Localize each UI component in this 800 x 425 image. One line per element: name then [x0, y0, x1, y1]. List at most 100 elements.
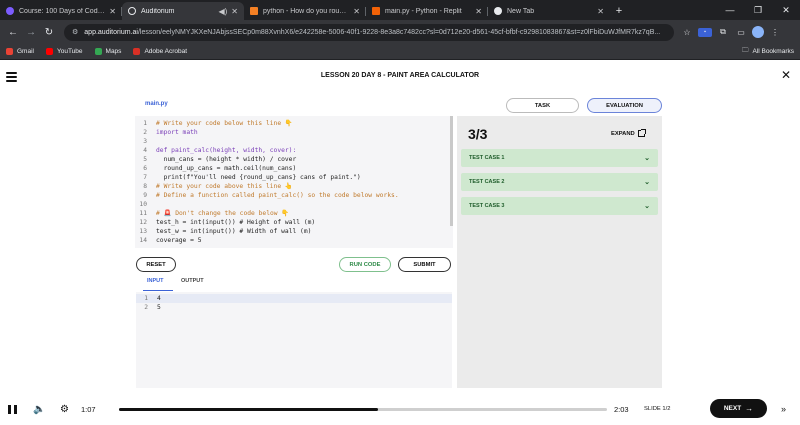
expand-button[interactable]: EXPAND — [611, 129, 646, 137]
progress-slider[interactable] — [119, 408, 607, 411]
lesson-title: LESSON 20 DAY 8 - PAINT AREA CALCULATOR — [320, 72, 480, 79]
side-panel-icon[interactable]: ▭ — [734, 28, 748, 37]
input-text: 5 — [157, 304, 161, 311]
line-number: 4 — [143, 147, 147, 154]
code-line: 6 round_up_cans = math.ceil(num_cans) — [135, 164, 435, 173]
line-number: 2 — [144, 304, 148, 311]
code-text: # Write your code below this line 👇 — [156, 120, 293, 127]
submit-button[interactable]: SUBMIT — [398, 257, 451, 272]
bookmark-maps[interactable]: Maps — [94, 48, 121, 55]
total-duration: 2:03 — [614, 405, 629, 414]
youtube-icon — [45, 48, 53, 55]
code-text: # Write your code above this line 👆 — [156, 183, 293, 190]
code-line: 4 def paint_calc(height, width, cover): — [135, 146, 435, 155]
tab-title: main.py - Python - Replit — [385, 7, 462, 15]
tab-title: Auditorium — [141, 7, 175, 15]
close-tab-icon[interactable]: ✕ — [353, 7, 360, 16]
line-number: 9 — [143, 192, 147, 199]
bookmark-label: YouTube — [56, 48, 83, 55]
line-number: 12 — [139, 219, 147, 226]
run-code-button[interactable]: RUN CODE — [339, 257, 391, 272]
browser-tab-replit[interactable]: main.py - Python - Replit ✕ — [366, 2, 488, 20]
code-line: 12 test_h = int(input()) # Height of wall… — [135, 218, 435, 227]
code-text: round_up_cans = math.ceil(num_cans) — [156, 165, 297, 172]
more-menu-icon[interactable]: ⋮ — [768, 28, 782, 37]
tab-input[interactable]: INPUT — [147, 278, 164, 284]
bookmark-adobe-acrobat[interactable]: Adobe Acrobat — [133, 48, 187, 55]
close-tab-icon[interactable]: ✕ — [231, 7, 238, 16]
close-lesson-icon[interactable]: ✕ — [781, 69, 791, 81]
pause-icon[interactable] — [8, 405, 17, 414]
external-link-icon — [637, 129, 646, 137]
extensions-puzzle-icon[interactable]: ⧉ — [716, 27, 730, 37]
arrow-right-icon: → — [745, 404, 754, 413]
lesson-header: LESSON 20 DAY 8 - PAINT AREA CALCULATOR … — [0, 60, 800, 92]
editor-scrollbar[interactable] — [450, 116, 453, 226]
test-case-1[interactable]: TEST CASE 1 ⌄ — [461, 149, 658, 167]
maximize-icon[interactable]: ❐ — [744, 0, 772, 20]
reload-icon[interactable]: ↻ — [40, 27, 58, 38]
bookmark-star-icon[interactable]: ☆ — [680, 28, 694, 37]
back-icon[interactable]: ← — [4, 27, 22, 38]
code-text: num_cans = (height * width) / cover — [156, 156, 297, 163]
close-tab-icon[interactable]: ✕ — [475, 7, 482, 16]
input-editor[interactable]: 1425 — [136, 292, 452, 388]
tab-title: New Tab — [507, 7, 535, 15]
close-tab-icon[interactable]: ✕ — [109, 7, 116, 16]
address-bar[interactable]: ⚙ app.auditorium.ai /lesson/eelyNMYJKXeN… — [64, 23, 674, 41]
extension-icon[interactable]: ▪ — [698, 27, 712, 37]
evaluation-tab-button[interactable]: EVALUATION — [587, 98, 662, 113]
url-path: /lesson/eelyNMYJKXeNJAbjssSECp0m88XvnhX6… — [137, 28, 661, 36]
all-bookmarks[interactable]: 🗀 All Bookmarks — [742, 46, 794, 57]
line-number: 13 — [139, 228, 147, 235]
code-line: 3 — [135, 137, 435, 146]
bookmark-youtube[interactable]: YouTube — [45, 48, 83, 55]
line-number: 14 — [139, 237, 147, 244]
file-tab-main-py[interactable]: main.py — [145, 101, 168, 107]
skip-forward-icon[interactable]: » — [781, 404, 786, 414]
forward-icon[interactable]: → — [22, 27, 40, 38]
site-info-icon[interactable]: ⚙ — [72, 28, 78, 36]
close-window-icon[interactable]: ✕ — [772, 0, 800, 20]
elapsed-time: 1:07 — [81, 405, 96, 414]
minimize-icon[interactable]: — — [716, 0, 744, 20]
test-case-2[interactable]: TEST CASE 2 ⌄ — [461, 173, 658, 191]
code-text: test_h = int(input()) # Height of wall (… — [156, 219, 316, 226]
browser-tab-new[interactable]: New Tab ✕ — [488, 2, 610, 20]
browser-tab-stackoverflow[interactable]: python - How do you round UP ✕ — [244, 2, 366, 20]
course-favicon-icon — [6, 7, 14, 15]
bookmarks-bar: Gmail YouTube Maps Adobe Acrobat 🗀 All B… — [0, 44, 800, 60]
player-bar: 🔈 ⚙ 1:07 2:03 SLIDE 1/2 NEXT → » — [0, 395, 800, 425]
close-tab-icon[interactable]: ✕ — [597, 7, 604, 16]
line-number: 3 — [143, 138, 147, 145]
all-bookmarks-label: All Bookmarks — [752, 48, 794, 55]
next-button[interactable]: NEXT → — [710, 399, 767, 418]
task-tab-button[interactable]: TASK — [506, 98, 579, 113]
browser-tab-auditorium[interactable]: Auditorium ◀) ✕ — [122, 2, 244, 20]
slide-indicator: SLIDE 1/2 — [644, 406, 671, 412]
volume-icon[interactable]: 🔈 — [33, 404, 45, 415]
code-editor[interactable]: 1 # Write your code below this line 👇 2 imp… — [135, 116, 453, 248]
bookmark-gmail[interactable]: Gmail — [6, 48, 34, 55]
browser-tab-course[interactable]: Course: 100 Days of Code: The ✕ — [0, 2, 122, 20]
profile-avatar[interactable] — [752, 26, 764, 38]
reset-button[interactable]: RESET — [136, 257, 176, 272]
chrome-favicon-icon — [494, 7, 502, 15]
audio-icon[interactable]: ◀) — [218, 7, 227, 16]
test-case-label: TEST CASE 2 — [469, 179, 505, 185]
line-number: 1 — [144, 295, 148, 302]
line-number: 8 — [143, 183, 147, 190]
code-line: 10 — [135, 200, 435, 209]
active-tab-indicator — [143, 290, 173, 291]
test-case-3[interactable]: TEST CASE 3 ⌄ — [461, 197, 658, 215]
browser-tab-bar: Course: 100 Days of Code: The ✕ Auditori… — [0, 0, 800, 20]
line-number: 10 — [139, 201, 147, 208]
acrobat-icon — [133, 48, 141, 55]
code-text: # 🚨 Don't change the code below 👇 — [156, 210, 290, 217]
code-line: 13 test_w = int(input()) # Width of wall … — [135, 227, 435, 236]
new-tab-button[interactable]: + — [610, 2, 628, 20]
progress-fill — [119, 408, 378, 411]
tab-output[interactable]: OUTPUT — [181, 278, 204, 284]
settings-gear-icon[interactable]: ⚙ — [60, 404, 69, 415]
gmail-icon — [6, 48, 13, 55]
